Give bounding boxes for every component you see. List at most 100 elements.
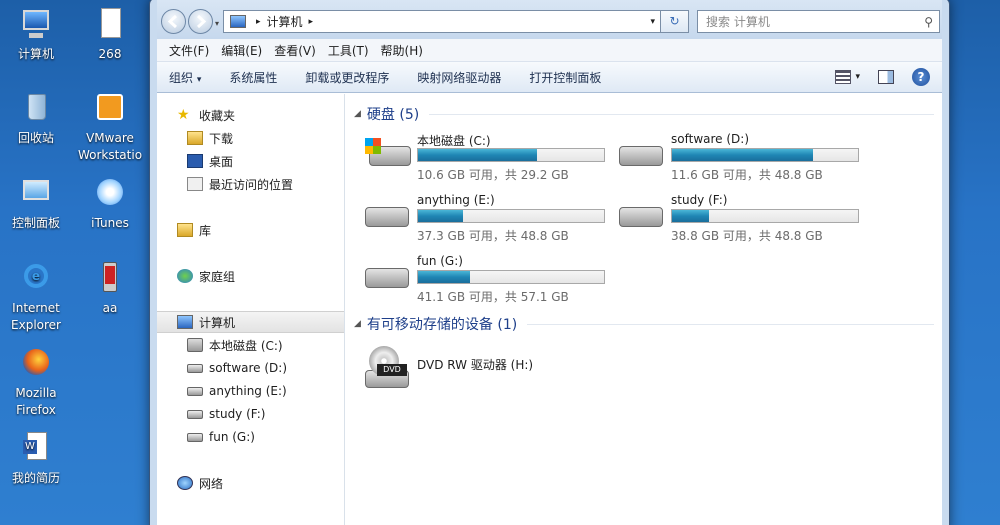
drive-name: fun (G:) xyxy=(417,254,463,268)
desktop-icon-ie[interactable]: e Internet Explorer xyxy=(1,262,71,334)
phone-icon xyxy=(93,262,127,296)
computer-icon xyxy=(230,15,246,28)
menu-help[interactable]: 帮助(H) xyxy=(375,42,429,59)
menu-view[interactable]: 查看(V) xyxy=(268,42,322,59)
back-button[interactable] xyxy=(161,9,186,34)
drive-name: software (D:) xyxy=(671,132,749,146)
computer-icon xyxy=(177,315,193,329)
control-panel-icon xyxy=(19,177,53,211)
refresh-button[interactable]: ↻ xyxy=(661,10,689,33)
nav-network[interactable]: 网络 xyxy=(157,472,344,494)
star-icon: ★ xyxy=(177,107,190,123)
view-dropdown-icon[interactable]: ▾ xyxy=(855,72,860,82)
capacity-bar-fill xyxy=(672,210,710,222)
dvd-badge: DVD xyxy=(377,364,407,376)
desktop-icon-268[interactable]: 268 xyxy=(75,8,145,63)
nav-libraries[interactable]: 库 xyxy=(157,219,344,241)
system-properties-button[interactable]: 系统属性 xyxy=(215,69,291,86)
forward-button[interactable] xyxy=(188,9,213,34)
organize-label: 组织 xyxy=(169,70,194,85)
desktop-icon-firefox[interactable]: Mozilla Firefox xyxy=(1,347,71,419)
address-dropdown-icon[interactable]: ▾ xyxy=(650,17,655,27)
address-bar[interactable]: ▸ 计算机 ▸ ▾ xyxy=(223,10,661,33)
nav-label: 本地磁盘 (C:) xyxy=(209,338,283,353)
drive-tile-d[interactable]: software (D:) 11.6 GB 可用，共 48.8 GB xyxy=(617,132,867,190)
document-icon xyxy=(93,8,127,42)
search-input[interactable]: 搜索 计算机 ⚲ xyxy=(697,10,940,33)
vmware-icon xyxy=(93,92,127,126)
breadcrumb-chevron-icon[interactable]: ▸ xyxy=(309,17,314,27)
nav-drive-c[interactable]: 本地磁盘 (C:) xyxy=(157,334,344,356)
forward-arrow-icon xyxy=(196,14,207,29)
nav-drive-e[interactable]: anything (E:) xyxy=(157,380,344,402)
command-bar: 组织 ▾ 系统属性 卸载或更改程序 映射网络驱动器 打开控制面板 ▾ ? xyxy=(157,62,942,93)
drive-tile-c[interactable]: 本地磁盘 (C:) 10.6 GB 可用，共 29.2 GB xyxy=(363,132,613,190)
firefox-icon xyxy=(19,347,53,381)
menu-tools[interactable]: 工具(T) xyxy=(322,42,375,59)
preview-pane-icon[interactable] xyxy=(878,70,894,84)
capacity-bar xyxy=(417,148,605,162)
nav-label: 下载 xyxy=(209,131,234,146)
open-control-panel-button[interactable]: 打开控制面板 xyxy=(515,69,615,86)
refresh-icon: ↻ xyxy=(669,14,680,28)
drive-icon xyxy=(187,432,203,442)
nav-drive-f[interactable]: study (F:) xyxy=(157,403,344,425)
itunes-icon xyxy=(93,177,127,211)
removable-group-header[interactable]: ◢ 有可移动存储的设备 (1) xyxy=(354,314,934,334)
group-title: 有可移动存储的设备 (1) xyxy=(366,317,518,333)
map-network-drive-button[interactable]: 映射网络驱动器 xyxy=(403,69,515,86)
help-icon[interactable]: ? xyxy=(912,68,930,86)
nav-label: 桌面 xyxy=(209,154,234,169)
nav-desktop[interactable]: 桌面 xyxy=(157,150,344,172)
nav-downloads[interactable]: 下载 xyxy=(157,127,344,149)
drive-icon xyxy=(187,363,203,373)
recent-places-icon xyxy=(187,177,203,191)
explorer-window: ▾ ▸ 计算机 ▸ ▾ ↻ 搜索 计算机 ⚲ 文件(F) 编辑(E) 查看(V)… xyxy=(149,0,950,525)
navigation-pane: ★ 收藏夹 下载 桌面 最近访问的位置 库 家庭组 计算机 本地磁盘 (C:) s… xyxy=(157,94,345,525)
nav-label: software (D:) xyxy=(209,361,287,375)
drive-tile-e[interactable]: anything (E:) 37.3 GB 可用，共 48.8 GB xyxy=(363,193,613,251)
desktop-icon-itunes[interactable]: iTunes xyxy=(75,177,145,232)
downloads-folder-icon xyxy=(187,131,203,145)
drive-tile-f[interactable]: study (F:) 38.8 GB 可用，共 48.8 GB xyxy=(617,193,867,251)
desktop-icon-computer[interactable]: 计算机 xyxy=(1,8,71,63)
menu-file[interactable]: 文件(F) xyxy=(163,42,215,59)
uninstall-button[interactable]: 卸载或更改程序 xyxy=(291,69,403,86)
nav-label: 库 xyxy=(199,223,212,238)
drive-tile-g[interactable]: fun (G:) 41.1 GB 可用，共 57.1 GB xyxy=(363,254,613,312)
drive-name: 本地磁盘 (C:) xyxy=(417,134,491,148)
nav-homegroup[interactable]: 家庭组 xyxy=(157,265,344,287)
menu-edit[interactable]: 编辑(E) xyxy=(215,42,268,59)
recent-pages-chevron-icon[interactable]: ▾ xyxy=(215,19,219,28)
desktop-icon-vmware[interactable]: VMware Workstatio xyxy=(75,92,145,164)
back-arrow-icon xyxy=(167,14,178,29)
drive-name: DVD RW 驱动器 (H:) xyxy=(417,358,534,372)
breadcrumb-chevron-icon[interactable]: ▸ xyxy=(256,17,261,27)
nav-computer[interactable]: 计算机 xyxy=(157,311,344,333)
desktop-icon-aa[interactable]: aa xyxy=(75,262,145,317)
collapse-chevron-icon[interactable]: ◢ xyxy=(354,109,361,119)
group-divider xyxy=(527,323,934,325)
desktop-icon-resume[interactable]: W 我的简历 xyxy=(1,432,71,487)
capacity-bar-fill xyxy=(418,149,538,161)
nav-drive-d[interactable]: software (D:) xyxy=(157,357,344,379)
capacity-bar xyxy=(671,148,859,162)
desktop-icon-recycle-bin[interactable]: 回收站 xyxy=(1,92,71,147)
recycle-bin-icon xyxy=(19,92,53,126)
nav-recent-places[interactable]: 最近访问的位置 xyxy=(157,173,344,195)
hard-disks-group-header[interactable]: ◢ 硬盘 (5) xyxy=(354,104,934,124)
nav-label: study (F:) xyxy=(209,407,266,421)
desktop-icon-control-panel[interactable]: 控制面板 xyxy=(1,177,71,232)
nav-drive-g[interactable]: fun (G:) xyxy=(157,426,344,448)
collapse-chevron-icon[interactable]: ◢ xyxy=(354,319,361,329)
view-options-icon[interactable] xyxy=(835,70,852,84)
desktop-icon-label: aa xyxy=(102,301,118,315)
nav-favorites[interactable]: ★ 收藏夹 xyxy=(157,104,344,126)
desktop-icon-label: 回收站 xyxy=(17,131,54,145)
breadcrumb-computer[interactable]: 计算机 xyxy=(267,13,303,30)
drive-icon xyxy=(187,386,203,396)
drive-free-space: 10.6 GB 可用，共 29.2 GB xyxy=(417,168,569,182)
drive-tile-dvd[interactable]: DVD DVD RW 驱动器 (H:) xyxy=(363,342,613,400)
group-divider xyxy=(429,113,934,115)
organize-button[interactable]: 组织 ▾ xyxy=(157,69,215,86)
